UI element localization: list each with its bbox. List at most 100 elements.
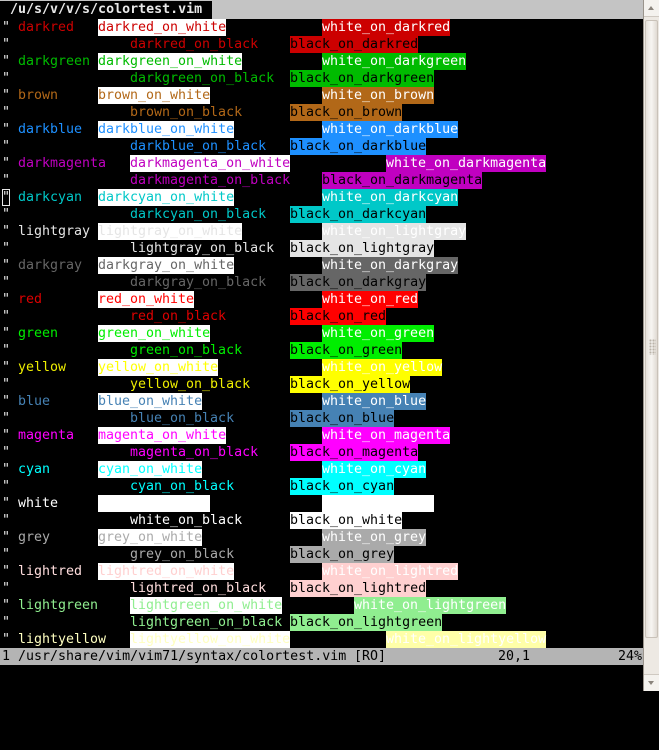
color-label: cyan	[18, 462, 51, 477]
fg-on-white-sample: blue_on_white	[98, 393, 203, 410]
comment-quote: "	[2, 309, 11, 324]
comment-quote: "	[2, 445, 11, 460]
black-on-bg-sample: black_on_green	[290, 342, 403, 359]
fg-on-white-sample: yellow_on_white	[98, 359, 219, 376]
fg-on-black-sample: green_on_black	[130, 342, 243, 359]
white-on-bg-sample: white_on_cyan	[322, 461, 427, 478]
fg-on-black-sample: darkcyan_on_black	[130, 206, 267, 223]
fg-on-black-sample: darkgray_on_black	[130, 274, 267, 291]
comment-quote: "	[2, 496, 11, 511]
scrollbar-thumb[interactable]	[645, 20, 658, 638]
comment-quote: "	[2, 394, 11, 409]
comment-quote: "	[2, 547, 11, 562]
white-on-bg-sample: white_on_darkmagenta	[386, 155, 547, 172]
white-on-bg-sample: white_on_darkgreen	[322, 53, 467, 70]
black-on-bg-sample: black_on_darkmagenta	[322, 172, 483, 189]
status-readonly-flag: [RO]	[354, 649, 387, 664]
comment-quote: "	[2, 428, 11, 443]
scroll-down-button[interactable]	[644, 674, 659, 691]
comment-quote: "	[2, 343, 11, 358]
comment-quote: "	[2, 156, 11, 171]
comment-quote: "	[2, 581, 11, 596]
color-label: lightred	[18, 564, 83, 579]
comment-quote: "	[2, 326, 11, 341]
color-label: darkcyan	[18, 190, 83, 205]
black-on-bg-sample: black_on_brown	[290, 104, 403, 121]
fg-on-black-sample: red_on_black	[130, 308, 227, 325]
white-on-bg-sample: white_on_yellow	[322, 359, 443, 376]
black-on-bg-sample: black_on_blue	[290, 410, 395, 427]
fg-on-white-sample: darkred_on_white	[98, 19, 227, 36]
color-label: white	[18, 496, 59, 511]
comment-quote: "	[2, 71, 11, 86]
white-on-bg-sample: white_on_darkred	[322, 19, 451, 36]
comment-quote: "	[2, 513, 11, 528]
comment-quote: "	[2, 632, 11, 647]
window-title-bar: /u/s/v/v/s/colortest.vim	[0, 0, 643, 19]
fg-on-black-sample: lightgreen_on_black	[130, 614, 283, 631]
comment-quote: "	[2, 139, 11, 154]
status-file-path: /usr/share/vim/vim71/syntax/colortest.vi…	[18, 649, 347, 664]
comment-quote: "	[2, 564, 11, 579]
color-label: grey	[18, 530, 51, 545]
fg-on-white-sample: green_on_white	[98, 325, 211, 342]
comment-quote: "	[2, 37, 11, 52]
fg-on-white-sample: grey_on_white	[98, 529, 203, 546]
fg-on-white-sample: magenta_on_white	[98, 427, 227, 444]
white-on-bg-sample: white_on_lightgreen	[354, 597, 507, 614]
fg-on-white-sample: darkmagenta_on_white	[130, 155, 291, 172]
color-label: darkblue	[18, 122, 83, 137]
color-label: darkgray	[18, 258, 83, 273]
arrow-up-icon	[648, 6, 654, 10]
white-on-bg-sample: white_on_lightred	[322, 563, 459, 580]
comment-quote: "	[2, 258, 11, 273]
black-on-bg-sample: black_on_lightgray	[290, 240, 435, 257]
white-on-bg-sample: white_on_grey	[322, 529, 427, 546]
comment-quote: "	[2, 479, 11, 494]
comment-quote: "	[2, 360, 11, 375]
comment-quote: "	[2, 20, 11, 35]
fg-on-black-sample: darkred_on_black	[130, 36, 259, 53]
color-label: green	[18, 326, 59, 341]
comment-quote: "	[2, 462, 11, 477]
fg-on-white-sample: cyan_on_white	[98, 461, 203, 478]
comment-quote: "	[2, 105, 11, 120]
white-on-bg-sample: white_on_darkblue	[322, 121, 459, 138]
fg-on-white-sample: white_on_white	[98, 495, 211, 512]
black-on-bg-sample: black_on_yellow	[290, 376, 411, 393]
white-on-bg-sample: white_on_blue	[322, 393, 427, 410]
cursor: "	[2, 189, 11, 206]
color-label: magenta	[18, 428, 75, 443]
comment-quote: "	[2, 241, 11, 256]
comment-quote: "	[2, 224, 11, 239]
arrow-down-icon	[648, 681, 654, 685]
fg-on-white-sample: darkblue_on_white	[98, 121, 235, 138]
fg-on-black-sample: darkblue_on_black	[130, 138, 267, 155]
color-label: darkred	[18, 20, 75, 35]
fg-on-white-sample: lightyellow_on_white	[130, 631, 291, 648]
color-label: darkgreen	[18, 54, 91, 69]
black-on-bg-sample: black_on_darkcyan	[290, 206, 427, 223]
fg-on-black-sample: blue_on_black	[130, 410, 235, 427]
white-on-bg-sample: white_on_green	[322, 325, 435, 342]
comment-quote: "	[2, 411, 11, 426]
comment-quote: "	[2, 122, 11, 137]
white-on-bg-sample: white_on_lightgray	[322, 223, 467, 240]
black-on-bg-sample: black_on_lightgreen	[290, 614, 443, 631]
comment-quote: "	[2, 598, 11, 613]
black-on-bg-sample: black_on_white	[290, 512, 403, 529]
black-on-bg-sample: black_on_grey	[290, 546, 395, 563]
color-label: blue	[18, 394, 51, 409]
comment-quote: "	[2, 377, 11, 392]
comment-quote: "	[2, 88, 11, 103]
fg-on-black-sample: cyan_on_black	[130, 478, 235, 495]
white-on-bg-sample: white_on_darkgray	[322, 257, 459, 274]
scroll-up-button[interactable]	[644, 0, 659, 17]
black-on-bg-sample: black_on_darkgreen	[290, 70, 435, 87]
vertical-scrollbar[interactable]	[643, 0, 659, 691]
fg-on-black-sample: darkmagenta_on_black	[130, 172, 291, 189]
color-label: yellow	[18, 360, 67, 375]
fg-on-white-sample: lightgray_on_white	[98, 223, 243, 240]
grip-icon	[649, 339, 656, 355]
window-title: /u/s/v/v/s/colortest.vim	[0, 1, 213, 19]
